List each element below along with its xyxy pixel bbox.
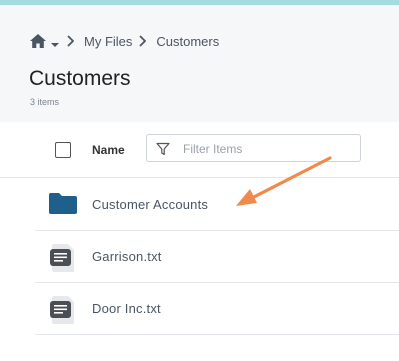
list-item-label: Customer Accounts [92,197,209,212]
column-header-row: Name [0,122,399,178]
item-count: 3 items [30,97,60,107]
chevron-right-icon [138,35,147,47]
breadcrumb-customers[interactable]: Customers [156,34,219,49]
header: My Files Customers Customers 3 items [0,5,399,123]
chevron-down-icon[interactable] [50,37,60,47]
filter-input[interactable] [181,139,355,159]
chevron-right-icon [66,35,75,47]
list-item-label: Door Inc.txt [92,301,161,316]
name-column-header[interactable]: Name [92,143,125,157]
select-all-checkbox[interactable] [55,142,71,158]
filter-icon [156,142,170,156]
list-item-garrison[interactable]: Garrison.txt [35,231,399,283]
breadcrumb-my-files[interactable]: My Files [84,34,132,49]
page-title: Customers [29,67,131,90]
folder-icon [48,191,78,220]
text-file-icon [48,243,78,278]
breadcrumb: My Files Customers [29,33,219,49]
list-item-door-inc[interactable]: Door Inc.txt [35,283,399,335]
home-icon[interactable] [29,33,47,49]
text-file-icon [48,295,78,330]
list-item-customer-accounts[interactable]: Customer Accounts [35,179,399,231]
filter-box[interactable] [146,134,361,162]
list-item-label: Garrison.txt [92,249,162,264]
